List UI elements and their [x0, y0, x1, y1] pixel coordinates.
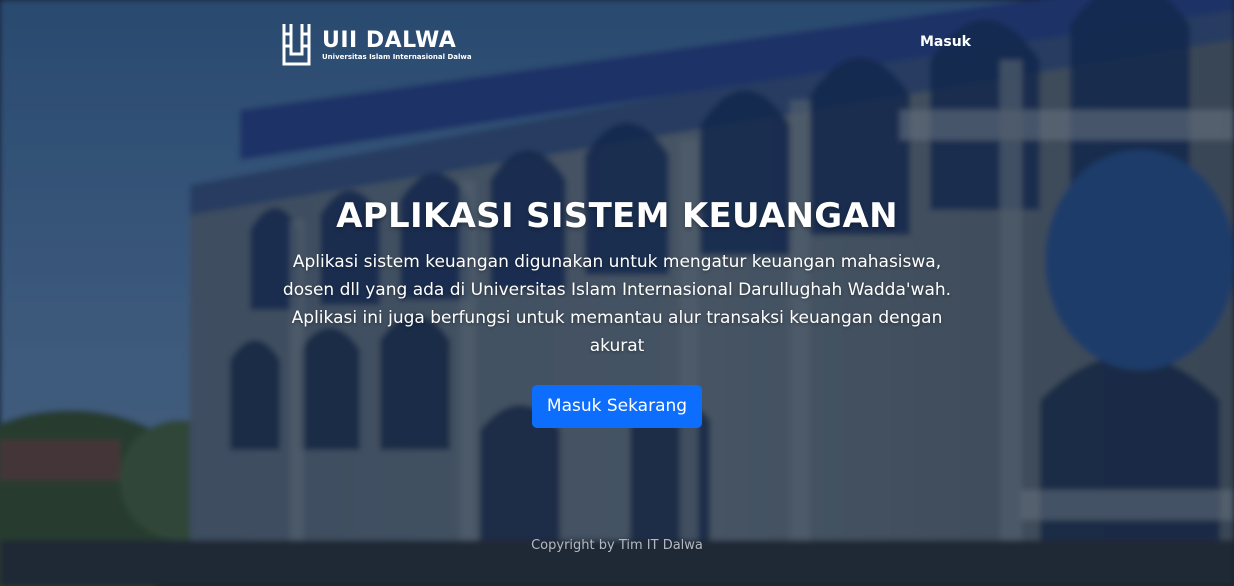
brand-text: UII DALWA Universitas Islam Internasiona…: [322, 27, 472, 62]
hero-title: APLIKASI SISTEM KEUANGAN: [336, 196, 898, 236]
brand-logo[interactable]: UII DALWA Universitas Islam Internasiona…: [281, 22, 472, 68]
login-now-button[interactable]: Masuk Sekarang: [531, 385, 703, 428]
brand-subtitle: Universitas Islam Internasional Dalwa: [322, 52, 472, 61]
brand-name: UII DALWA: [322, 27, 457, 53]
uii-dalwa-logo-icon: [282, 24, 311, 66]
nav-login-link[interactable]: Masuk: [920, 34, 971, 50]
navbar: UII DALWA Universitas Islam Internasiona…: [0, 0, 1234, 88]
footer-copyright: Copyright by Tim IT Dalwa: [531, 538, 703, 553]
hero-description: Aplikasi sistem keuangan digunakan untuk…: [282, 252, 952, 356]
hero-section: APLIKASI SISTEM KEUANGAN Aplikasi sistem…: [0, 196, 1234, 428]
